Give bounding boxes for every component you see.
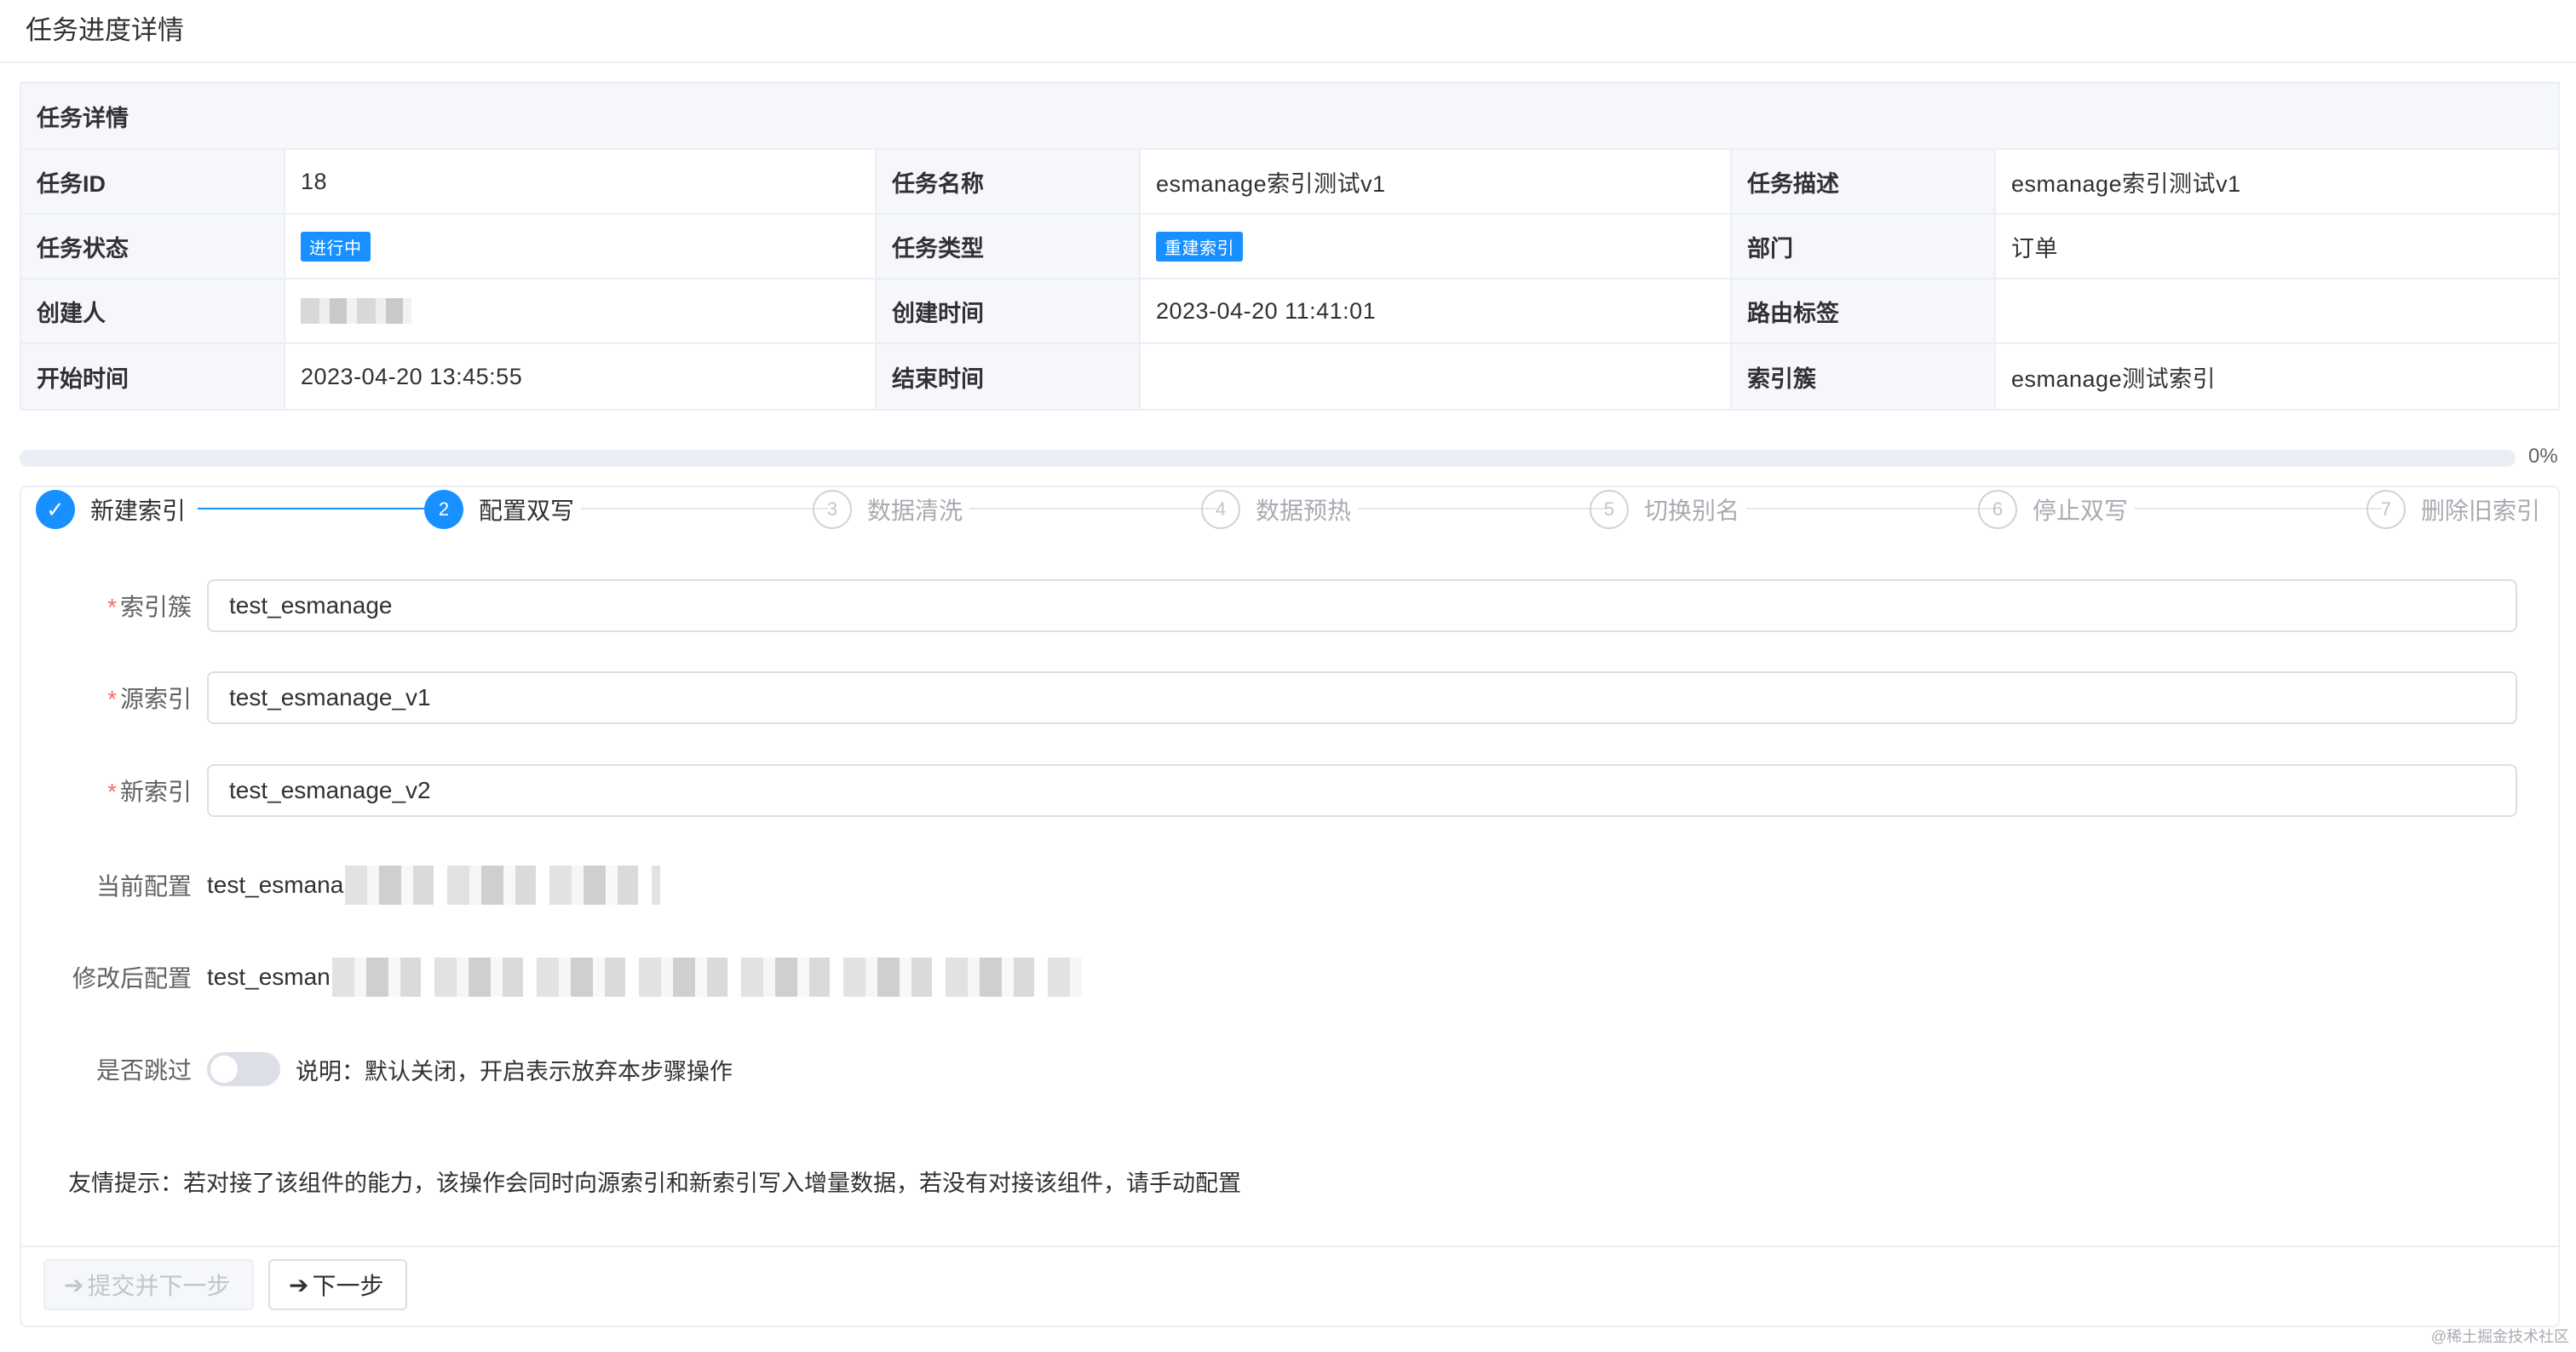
step-label: 配置双写 <box>479 498 575 524</box>
step-delete-old-index[interactable]: 7 删除旧索引 <box>2366 487 2540 532</box>
route-tag-value <box>1996 279 2558 342</box>
detail-row: 任务ID 18 任务名称 esmanage索引测试v1 任务描述 esmanag… <box>21 150 2558 215</box>
form-row-target: * 新索引 test_esmanage_v2 <box>21 764 2517 817</box>
new-index-label: * 新索引 <box>107 779 192 805</box>
status-badge: 进行中 <box>301 231 371 262</box>
route-tag-label: 路由标签 <box>1732 279 1996 342</box>
step-stop-dual-write[interactable]: 6 停止双写 <box>1978 487 2128 532</box>
step-config-dual-write[interactable]: 2 配置双写 <box>424 487 574 532</box>
step-card: ✓ 新建索引 2 配置双写 3 数据清洗 4 数据预热 5 切换别名 6 停止双… <box>20 486 2560 1327</box>
step-data-warmup[interactable]: 4 数据预热 <box>1201 487 1351 532</box>
task-status-value: 进行中 <box>285 215 877 278</box>
arrow-right-icon: ➔ <box>64 1271 84 1298</box>
index-cluster-value: esmanage测试索引 <box>2011 365 2217 392</box>
step-connector <box>2135 508 2382 509</box>
creator-value <box>285 279 877 342</box>
creator-label: 创建人 <box>21 279 285 342</box>
step-connector <box>581 508 828 509</box>
task-name-value: esmanage索引测试v1 <box>1141 150 1732 213</box>
step-label: 停止双写 <box>2033 498 2129 524</box>
step-connector <box>969 508 1216 509</box>
step-connector <box>198 508 445 509</box>
source-index-label: * 源索引 <box>107 686 192 712</box>
step-label: 数据预热 <box>1256 498 1352 524</box>
task-desc-value: esmanage索引测试v1 <box>2011 170 2241 197</box>
skip-label: 是否跳过 <box>95 1057 192 1084</box>
submit-next-button[interactable]: ➔ 提交并下一步 <box>43 1259 255 1310</box>
progress-bar <box>20 450 2516 467</box>
step-number-icon: 2 <box>424 490 463 529</box>
step-connector <box>1358 508 1605 509</box>
end-time-label: 结束时间 <box>877 344 1141 409</box>
created-time-label: 创建时间 <box>877 279 1141 342</box>
task-desc-label: 任务描述 <box>1732 150 1996 213</box>
step-number-icon: 6 <box>1978 490 2017 529</box>
task-detail-table: 任务详情 任务ID 18 任务名称 esmanage索引测试v1 任务描述 es… <box>20 82 2560 411</box>
detail-row: 任务状态 进行中 任务类型 重建索引 部门 订单 <box>21 215 2558 279</box>
arrow-right-icon: ➔ <box>289 1271 309 1298</box>
step-new-index[interactable]: ✓ 新建索引 <box>36 487 186 532</box>
task-detail-header: 任务详情 <box>21 83 2558 150</box>
step-number-icon: 5 <box>1590 490 1629 529</box>
friendly-tip: 友情提示：若对接了该组件的能力，该操作会同时向源索引和新索引写入增量数据，若没有… <box>68 1171 1241 1196</box>
type-badge: 重建索引 <box>1156 231 1243 262</box>
redacted-creator <box>301 298 411 324</box>
task-name-label: 任务名称 <box>877 150 1141 213</box>
task-id-value: 18 <box>285 150 877 213</box>
department-value: 订单 <box>2011 235 2058 262</box>
task-id-label: 任务ID <box>21 150 285 213</box>
step-number-icon: 3 <box>813 490 852 529</box>
start-time-value: 2023-04-20 13:45:55 <box>285 344 877 409</box>
check-icon: ✓ <box>36 490 75 529</box>
step-label: 删除旧索引 <box>2421 498 2541 524</box>
step-connector <box>1746 508 1993 509</box>
form-row-modified-config: 修改后配置 test_esman <box>21 951 1082 1004</box>
steps-bar: ✓ 新建索引 2 配置双写 3 数据清洗 4 数据预热 5 切换别名 6 停止双… <box>36 487 2549 532</box>
form-row-source: * 源索引 test_esmanage_v1 <box>21 671 2517 724</box>
task-type-label: 任务类型 <box>877 215 1141 278</box>
source-index-input[interactable]: test_esmanage_v1 <box>207 671 2517 724</box>
task-type-value: 重建索引 <box>1141 215 1732 278</box>
cluster-input[interactable]: test_esmanage <box>207 579 2517 632</box>
step-label: 新建索引 <box>90 498 187 524</box>
current-config-value: test_esmana <box>207 866 661 905</box>
step-label: 数据清洗 <box>867 498 963 524</box>
next-button[interactable]: ➔ 下一步 <box>268 1259 408 1310</box>
step-number-icon: 4 <box>1201 490 1240 529</box>
end-time-value <box>1141 344 1732 409</box>
created-time-value: 2023-04-20 11:41:01 <box>1141 279 1732 342</box>
current-config-label: 当前配置 <box>95 873 192 900</box>
page-title: 任务进度详情 <box>26 15 184 45</box>
detail-row: 开始时间 2023-04-20 13:45:55 结束时间 索引簇 esmana… <box>21 344 2558 409</box>
form-row-cluster: * 索引簇 test_esmanage <box>21 579 2517 632</box>
modified-config-label: 修改后配置 <box>72 965 192 992</box>
detail-row: 创建人 创建时间 2023-04-20 11:41:01 路由标签 <box>21 279 2558 344</box>
step-number-icon: 7 <box>2366 490 2406 529</box>
form-row-current-config: 当前配置 test_esmana <box>21 859 661 912</box>
new-index-input[interactable]: test_esmanage_v2 <box>207 764 2517 817</box>
step-label: 切换别名 <box>1644 498 1740 524</box>
progress-text: 0% <box>2528 445 2558 468</box>
department-label: 部门 <box>1732 215 1996 278</box>
cluster-label: * 索引簇 <box>107 594 192 620</box>
form-row-skip: 是否跳过 说明：默认关闭，开启表示放弃本步骤操作 <box>21 1048 733 1090</box>
step-data-cleaning[interactable]: 3 数据清洗 <box>813 487 963 532</box>
skip-description: 说明：默认关闭，开启表示放弃本步骤操作 <box>296 1058 733 1084</box>
toggle-knob <box>210 1056 238 1083</box>
footer-divider <box>21 1246 2558 1247</box>
skip-toggle[interactable] <box>207 1052 280 1086</box>
modified-config-value: test_esman <box>207 958 1082 997</box>
index-cluster-label: 索引簇 <box>1732 344 1996 409</box>
step-switch-alias[interactable]: 5 切换别名 <box>1590 487 1739 532</box>
start-time-label: 开始时间 <box>21 344 285 409</box>
title-divider <box>0 61 2576 63</box>
watermark-text: @稀土掘金技术社区 <box>2430 1328 2569 1345</box>
task-status-label: 任务状态 <box>21 215 285 278</box>
redacted-config <box>331 958 1082 997</box>
redacted-config <box>345 866 661 905</box>
